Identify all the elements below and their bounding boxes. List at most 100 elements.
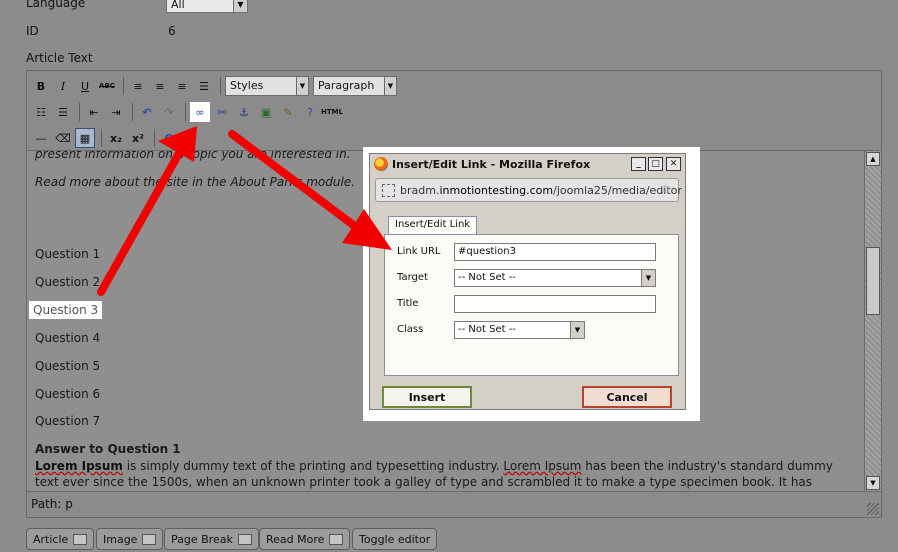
class-value: -- Not Set -- [458,324,516,335]
help-icon[interactable]: ? [300,102,320,122]
insert-link-icon[interactable]: ∞ [190,102,210,122]
target-label: Target [397,272,428,283]
chevron-down-icon: ▼ [233,0,247,12]
remove-format-icon[interactable]: ⌫ [53,128,73,148]
link-form-panel: Link URL #question3 Target -- Not Set --… [384,234,679,376]
toolbar-separator [185,103,186,121]
toolbar-separator [101,129,102,147]
link-url-label: Link URL [397,246,441,257]
article-button[interactable]: Article [26,528,95,550]
page-break-icon [237,533,252,545]
question-1: Question 1 [35,247,101,261]
image-icon[interactable]: ▣ [256,102,276,122]
url-prefix: bradm. [400,183,440,197]
table-icon[interactable]: ▦ [75,128,95,148]
charmap-icon[interactable]: Ω [159,128,179,148]
editor-scrollbar[interactable]: ▲ ▼ [864,151,881,491]
horizontal-rule-icon[interactable]: — [31,128,51,148]
unordered-list-icon[interactable]: ☷ [31,102,51,122]
image-button[interactable]: Image [96,528,164,550]
indent-icon[interactable]: ⇥ [106,102,126,122]
url-bar[interactable]: bradm. inmotiontesting.com/joomla25/media… [375,178,682,202]
toolbar-separator [132,103,133,121]
editor-toolbar: B I U ABC ≡ ≡ ≡ ☰ Styles ▼ Paragraph ▼ ☷… [27,71,881,151]
redo-icon[interactable]: ↷ [159,102,179,122]
outdent-icon[interactable]: ⇤ [84,102,104,122]
anchor-icon[interactable]: ⚓ [234,102,254,122]
unlink-icon[interactable]: ⚯ [212,102,232,122]
url-domain: inmotiontesting.com [439,183,554,197]
chevron-down-icon: ▼ [384,77,396,95]
align-left-icon[interactable]: ≡ [128,76,148,96]
align-right-icon[interactable]: ≡ [172,76,192,96]
bold-icon[interactable]: B [31,76,51,96]
insert-button[interactable]: Insert [382,386,472,408]
title-label: Title [397,298,419,309]
tab-insert-edit-link[interactable]: Insert/Edit Link [388,216,478,234]
undo-icon[interactable]: ↶ [137,102,157,122]
content-line: present information on a topic you are i… [35,151,351,161]
article-button-label: Article [33,532,69,546]
styles-label: Styles [230,79,264,92]
html-icon[interactable]: HTML [321,102,343,122]
underline-icon[interactable]: U [75,76,95,96]
id-value: 6 [168,24,176,38]
lorem-text: Lorem Ipsum [503,459,582,473]
read-more-button-label: Read More [266,532,325,546]
minimize-icon[interactable]: _ [631,157,646,171]
read-more-button[interactable]: Read More [259,528,351,550]
paragraph-label: Paragraph [318,79,375,92]
toggle-editor-button-label: Toggle editor [359,532,431,546]
italic-icon[interactable]: I [53,76,73,96]
align-justify-icon[interactable]: ☰ [194,76,214,96]
target-select[interactable]: -- Not Set -- ▼ [454,269,656,287]
firefox-icon [374,157,388,171]
chevron-down-icon: ▼ [641,270,655,286]
strikethrough-icon[interactable]: ABC [97,76,117,96]
article-text-label: Article Text [26,51,93,65]
toolbar-separator [79,103,80,121]
language-label: Language [26,0,86,10]
firefox-window: Insert/Edit Link - Mozilla Firefox _ □ ✕… [369,153,686,410]
superscript-icon[interactable]: x² [128,128,148,148]
scroll-up-icon[interactable]: ▲ [866,152,880,166]
cancel-button[interactable]: Cancel [582,386,672,408]
para-text: is simply dummy text of the printing and… [122,459,504,473]
toolbar-separator [220,77,221,95]
scroll-down-icon[interactable]: ▼ [866,476,880,490]
language-select[interactable]: All ▼ [166,0,248,13]
close-icon[interactable]: ✕ [666,157,681,171]
window-titlebar[interactable]: Insert/Edit Link - Mozilla Firefox _ □ ✕ [370,154,685,174]
question-5: Question 5 [35,359,101,373]
path-text: Path: p [31,497,73,511]
status-path: Path: p [27,491,881,517]
class-select[interactable]: -- Not Set -- ▼ [454,321,585,339]
page-break-button[interactable]: Page Break [164,528,259,550]
id-label: ID [26,24,39,38]
subscript-icon[interactable]: x₂ [106,128,126,148]
question-2: Question 2 [35,275,101,289]
image-button-label: Image [103,532,138,546]
paragraph-select[interactable]: Paragraph ▼ [313,76,397,96]
question-3-selected[interactable]: Question 3 [29,301,103,319]
language-value: All [171,0,185,11]
cleanup-icon[interactable]: ✎ [278,102,298,122]
ordered-list-icon[interactable]: ☰ [53,102,73,122]
image-icon [142,533,157,545]
link-url-input[interactable]: #question3 [454,243,656,261]
answer-paragraph: Lorem Ipsum is simply dummy text of the … [35,458,857,491]
maximize-icon[interactable]: □ [648,157,663,171]
toggle-editor-button[interactable]: Toggle editor [352,528,438,550]
content-line: Read more about the site in the About Pa… [35,175,355,189]
page-break-button-label: Page Break [171,532,233,546]
title-input[interactable] [454,295,656,313]
class-label: Class [397,324,424,335]
star-icon[interactable]: ☆ [659,181,672,197]
question-6: Question 6 [35,387,101,401]
align-center-icon[interactable]: ≡ [150,76,170,96]
scrollbar-thumb[interactable] [866,247,880,315]
insert-link-popup: Insert/Edit Link - Mozilla Firefox _ □ ✕… [363,147,700,421]
styles-select[interactable]: Styles ▼ [225,76,309,96]
site-identity-icon [382,184,395,197]
resize-grip-icon[interactable] [867,503,879,515]
